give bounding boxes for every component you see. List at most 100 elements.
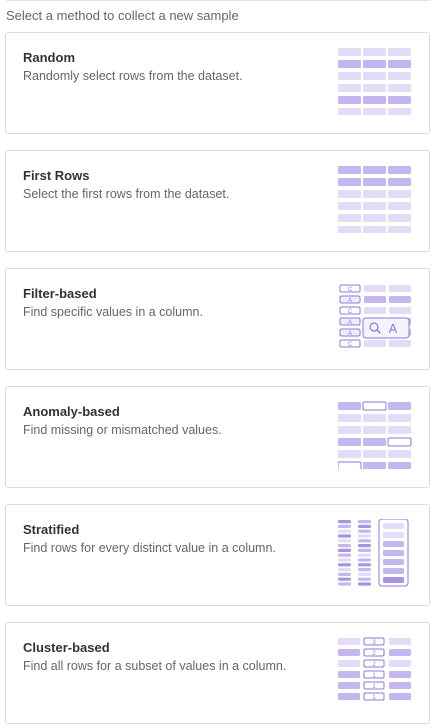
filter-key-label: C — [348, 309, 353, 315]
method-description: Select the first rows from the dataset. — [23, 187, 230, 201]
stratum-cell — [358, 582, 371, 586]
icon-cell — [363, 72, 386, 80]
icon-cell — [363, 462, 386, 469]
stratum-cell — [358, 524, 371, 528]
stratum-cell — [338, 582, 351, 586]
method-card-filter-based[interactable]: Filter-based Find specific values in a c… — [5, 268, 430, 370]
icon-cell — [338, 660, 360, 667]
icon-cell — [389, 649, 411, 656]
icon-cell — [388, 214, 411, 222]
icon-cell — [389, 285, 411, 292]
icon-cell — [363, 96, 386, 104]
icon-cell — [388, 48, 411, 56]
icon-cell — [364, 296, 386, 303]
icon-cell — [338, 682, 360, 689]
method-card-anomaly-based[interactable]: Anomaly-based Find missing or mismatched… — [5, 386, 430, 488]
stratum-cell — [358, 548, 371, 552]
method-title: Anomaly-based — [23, 404, 120, 419]
icon-cell — [389, 660, 411, 667]
filter-key-label: A — [348, 320, 352, 326]
random-sample-icon — [338, 47, 413, 115]
icon-cell — [388, 402, 411, 410]
method-title: Random — [23, 50, 75, 65]
icon-cell — [389, 693, 411, 700]
icon-cell — [338, 693, 360, 700]
method-description: Find all rows for a subset of values in … — [23, 659, 287, 673]
icon-cell — [388, 166, 411, 174]
method-description: Find missing or mismatched values. — [23, 423, 222, 437]
icon-cell — [363, 226, 386, 233]
icon-cell — [389, 638, 411, 645]
icon-cell — [338, 48, 361, 56]
icon-cell — [338, 60, 361, 68]
filter-key-label: C — [348, 342, 353, 348]
icon-cell — [388, 414, 411, 422]
stratum-cell — [358, 520, 371, 524]
cluster-icon: 322111 — [338, 637, 413, 705]
stratum-cell — [338, 520, 351, 524]
stratum-cell — [338, 572, 351, 576]
stratum-cell — [338, 563, 351, 567]
method-description: Randomly select rows from the dataset. — [23, 69, 243, 83]
icon-cell — [388, 178, 411, 186]
icon-cell — [363, 438, 386, 446]
method-title: Stratified — [23, 522, 80, 537]
method-card-random[interactable]: Random Randomly select rows from the dat… — [5, 32, 430, 134]
anomaly-icon — [338, 401, 413, 469]
method-title: Cluster-based — [23, 640, 110, 655]
icon-cell — [338, 72, 361, 80]
filter-key-label: A — [348, 298, 352, 304]
icon-cell — [363, 414, 386, 422]
icon-cell — [389, 340, 411, 347]
anomaly-empty-cell — [362, 401, 387, 411]
icon-cell — [388, 96, 411, 104]
stratum-cell — [338, 529, 351, 533]
sampled-row-cell — [383, 559, 404, 565]
method-card-stratified[interactable]: Stratified Find rows for every distinct … — [5, 504, 430, 606]
sampled-row-cell — [383, 577, 404, 583]
icon-cell — [338, 638, 360, 645]
icon-cell — [338, 214, 361, 222]
sampled-row-cell — [383, 550, 404, 556]
stratum-cell — [358, 563, 371, 567]
icon-cell — [364, 307, 386, 314]
filter-search-icon: CACAACA — [338, 283, 413, 351]
icon-cell — [338, 190, 361, 198]
stratum-cell — [338, 544, 351, 548]
icon-cell — [389, 307, 411, 314]
sampled-row-cell — [383, 568, 404, 574]
icon-cell — [338, 450, 361, 458]
icon-cell — [388, 190, 411, 198]
icon-cell — [338, 426, 361, 434]
icon-cell — [338, 671, 360, 678]
icon-cell — [363, 450, 386, 458]
method-card-first-rows[interactable]: First Rows Select the first rows from th… — [5, 150, 430, 252]
icon-cell — [388, 450, 411, 458]
stratum-cell — [338, 568, 351, 572]
icon-cell — [363, 426, 386, 434]
stratum-cell — [338, 548, 351, 552]
stratum-cell — [358, 558, 371, 562]
icon-cell — [363, 190, 386, 198]
stratum-cell — [338, 553, 351, 557]
icon-cell — [388, 462, 411, 469]
stratum-cell — [338, 534, 351, 538]
stratum-cell — [358, 568, 371, 572]
stratum-cell — [338, 524, 351, 528]
stratum-cell — [338, 539, 351, 543]
icon-cell — [363, 166, 386, 174]
icon-cell — [363, 48, 386, 56]
stratum-cell — [358, 529, 371, 533]
stratum-cell — [358, 577, 371, 581]
icon-cell — [389, 671, 411, 678]
anomaly-empty-cell — [387, 437, 412, 447]
sampled-row-cell — [383, 532, 404, 538]
method-card-cluster-based[interactable]: Cluster-based Find all rows for a subset… — [5, 622, 430, 724]
icon-cell — [388, 72, 411, 80]
top-divider — [6, 0, 430, 1]
anomaly-empty-cell — [338, 461, 362, 469]
stratum-cell — [358, 572, 371, 576]
icon-cell — [338, 438, 361, 446]
stratum-cell — [338, 558, 351, 562]
icon-cell — [363, 84, 386, 92]
